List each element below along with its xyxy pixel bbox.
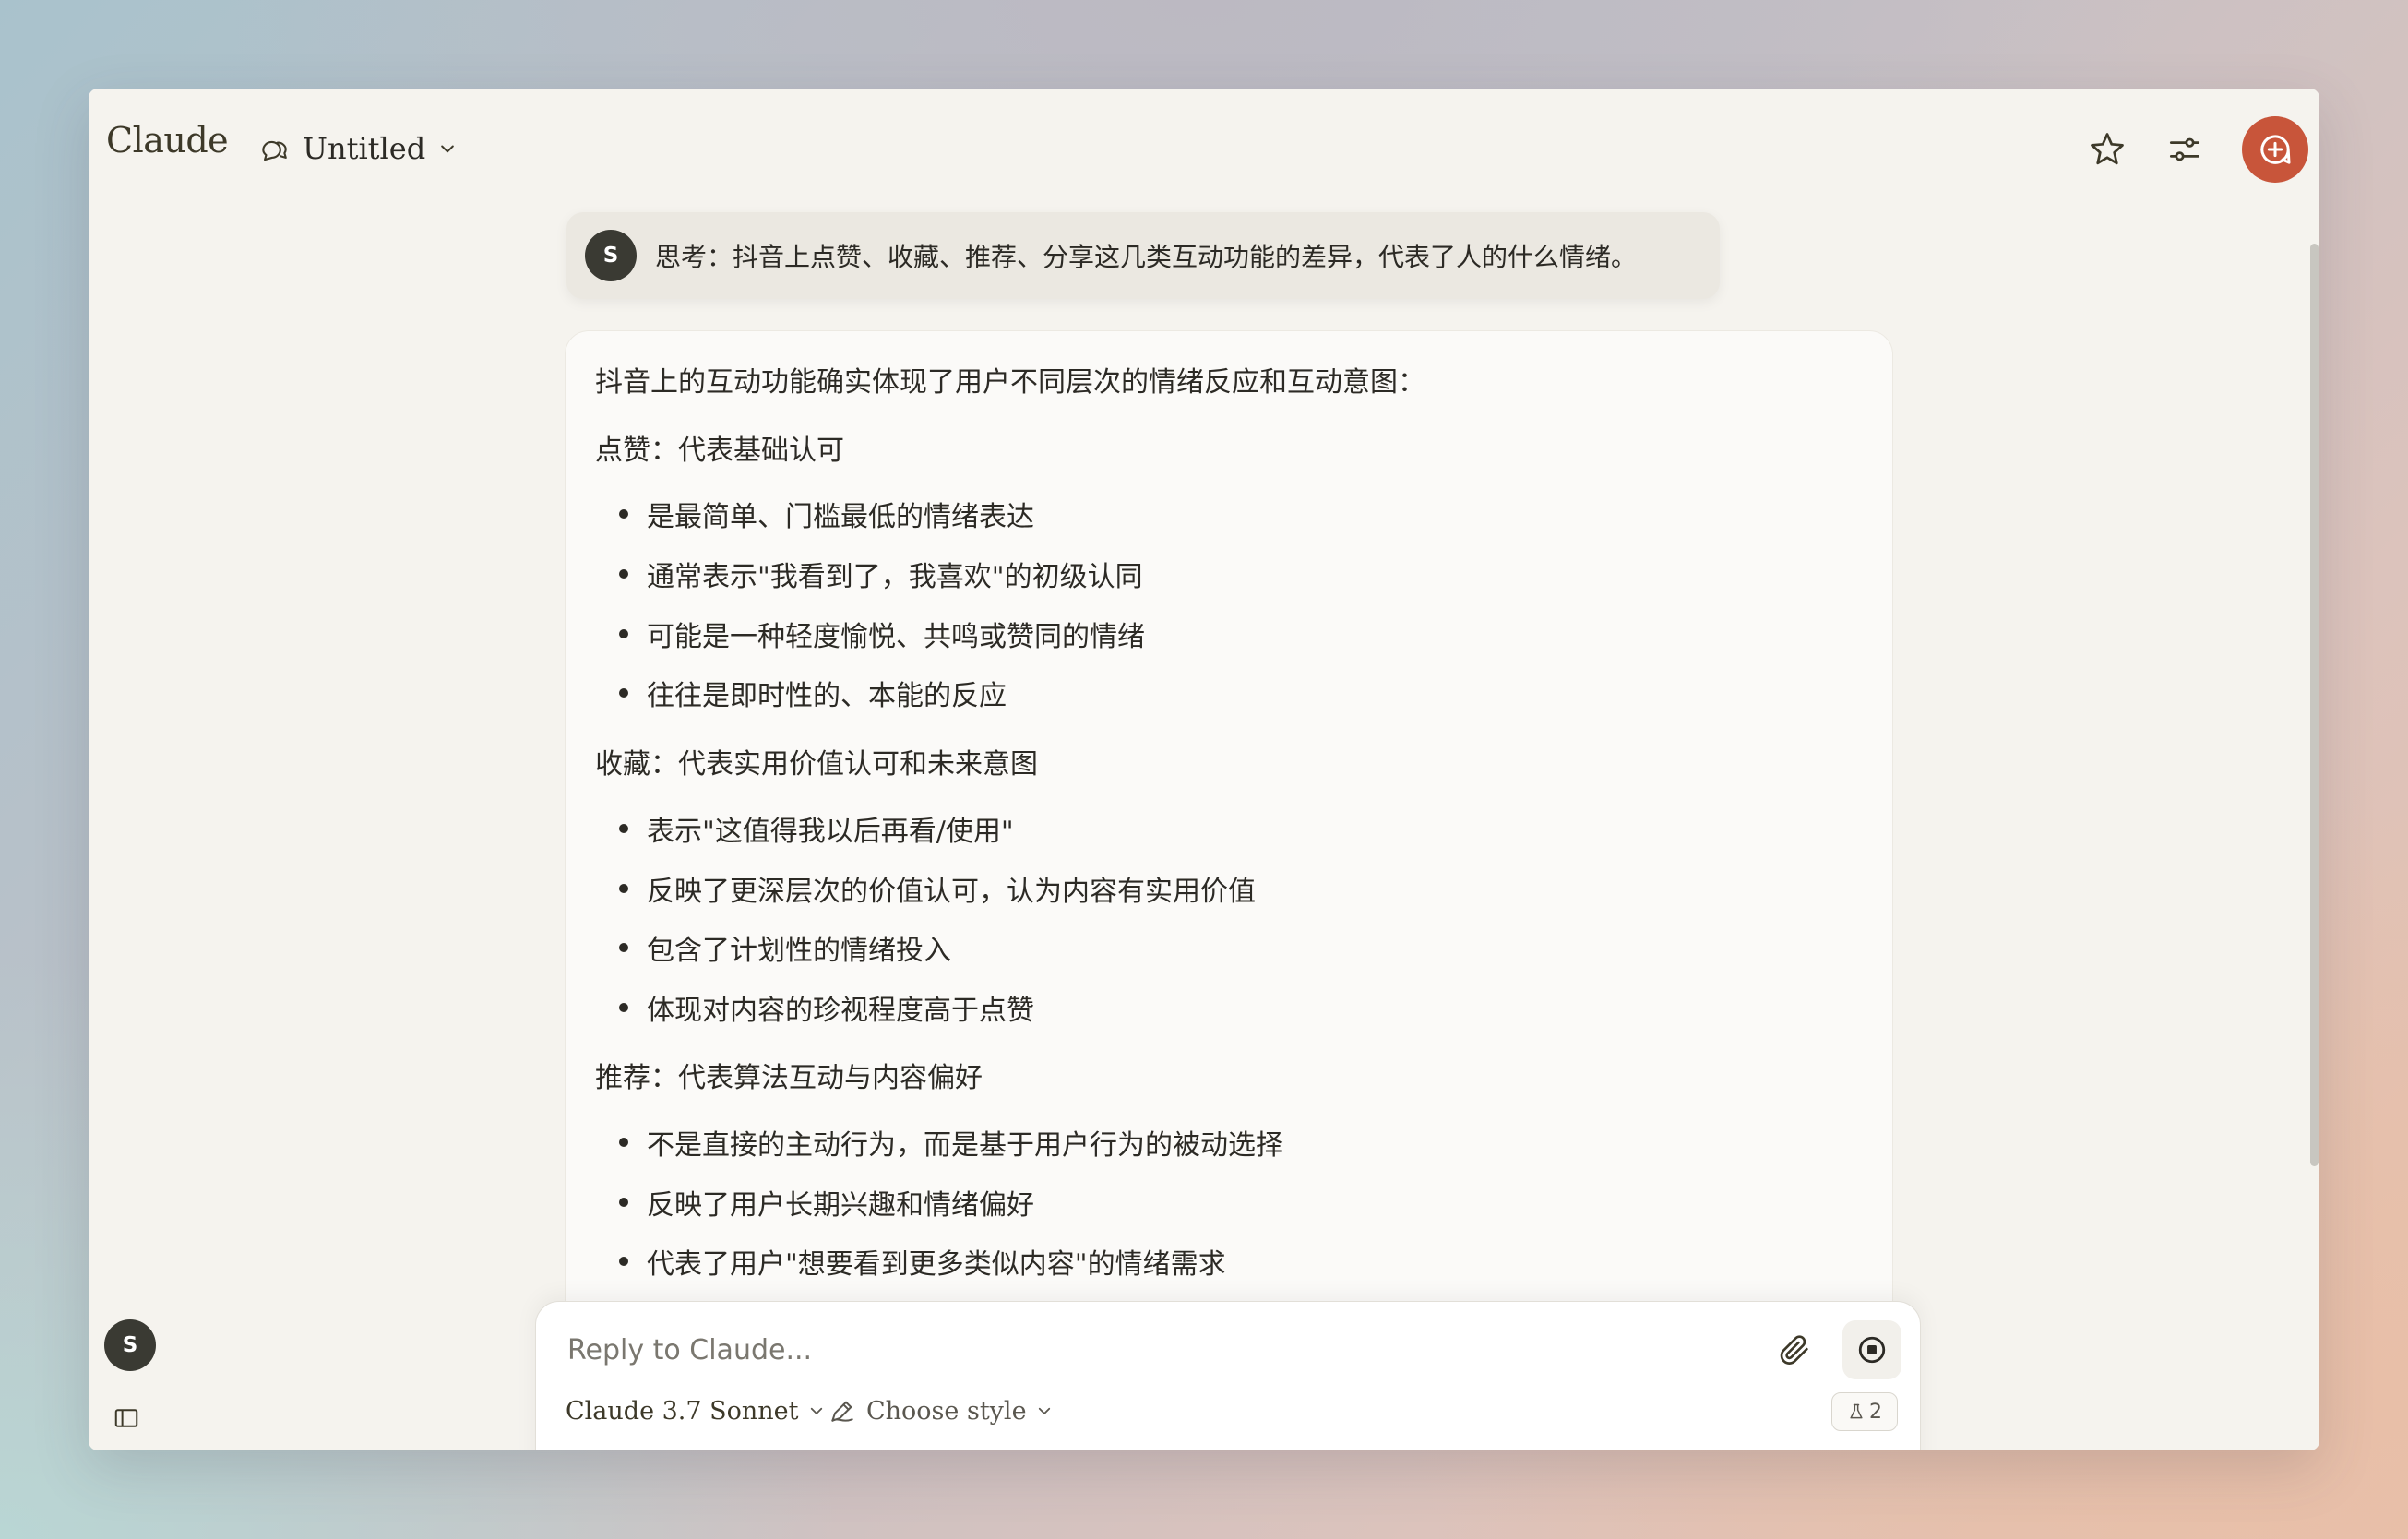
star-icon [2087, 129, 2128, 170]
user-message-text: 思考：抖音上点赞、收藏、推荐、分享这几类互动功能的差异，代表了人的什么情绪。 [655, 242, 1638, 272]
star-button[interactable] [2087, 129, 2128, 170]
stop-button[interactable] [1842, 1320, 1901, 1379]
style-selector[interactable]: Choose style [828, 1390, 1053, 1431]
section-heading: 点赞：代表基础认可 [595, 435, 844, 467]
list-item: 往往是即时性的、本能的反应 [619, 673, 1007, 713]
list-item: 是最简单、门槛最低的情绪表达 [619, 494, 1034, 534]
new-chat-button[interactable] [2242, 116, 2308, 183]
reply-composer: Claude 3.7 Sonnet Choose style 2 [535, 1301, 1921, 1450]
chevron-down-icon [438, 139, 457, 158]
section-heading: 收藏：代表实用价值认可和未来意图 [595, 748, 1038, 781]
attach-button[interactable] [1776, 1331, 1813, 1368]
app-window: Claude Untitled S 思考：抖音上点赞、收藏、推荐、分享这几类互动… [89, 89, 2319, 1450]
assistant-message: 抖音上的互动功能确实体现了用户不同层次的情绪反应和互动意图： 点赞：代表基础认可… [565, 330, 1893, 1450]
settings-button[interactable] [2164, 129, 2205, 170]
stop-icon [1856, 1334, 1888, 1366]
sidebar-toggle-button[interactable] [113, 1404, 140, 1432]
style-label: Choose style [866, 1396, 1027, 1426]
badge-count: 2 [1869, 1400, 1882, 1424]
chat-bubbles-icon [258, 133, 290, 164]
sidebar-toggle-icon [113, 1404, 140, 1432]
account-avatar[interactable]: S [104, 1319, 156, 1371]
section-heading: 推荐：代表算法互动与内容偏好 [595, 1062, 983, 1094]
user-message: S 思考：抖音上点赞、收藏、推荐、分享这几类互动功能的差异，代表了人的什么情绪。 [566, 212, 1720, 299]
sliders-icon [2164, 129, 2205, 170]
list-item: 代表了用户"想要看到更多类似内容"的情绪需求 [619, 1241, 1226, 1282]
pen-icon [828, 1396, 857, 1426]
top-bar: Claude Untitled [89, 89, 2319, 207]
list-item: 包含了计划性的情绪投入 [619, 927, 951, 968]
scrollbar-thumb[interactable] [2310, 244, 2319, 1166]
chat-title: Untitled [303, 131, 426, 166]
list-item: 体现对内容的珍视程度高于点赞 [619, 987, 1034, 1028]
paperclip-icon [1776, 1331, 1813, 1368]
reply-input[interactable] [566, 1326, 1723, 1374]
feature-count-badge[interactable]: 2 [1831, 1392, 1898, 1431]
scrollbar[interactable] [2307, 155, 2319, 1428]
list-item: 不是直接的主动行为，而是基于用户行为的被动选择 [619, 1122, 1283, 1163]
list-item: 反映了更深层次的价值认可，认为内容有实用价值 [619, 868, 1256, 909]
list-item: 通常表示"我看到了，我喜欢"的初级认同 [619, 554, 1143, 594]
list-item: 可能是一种轻度愉悦、共鸣或赞同的情绪 [619, 614, 1145, 654]
user-avatar: S [585, 230, 637, 281]
list-item: 反映了用户长期兴趣和情绪偏好 [619, 1182, 1034, 1223]
chat-plus-icon [2257, 131, 2294, 168]
chevron-down-icon [808, 1402, 825, 1419]
model-selector[interactable]: Claude 3.7 Sonnet [566, 1390, 825, 1431]
reply-intro: 抖音上的互动功能确实体现了用户不同层次的情绪反应和互动意图： [595, 366, 1425, 399]
chat-title-dropdown[interactable]: Untitled [258, 125, 457, 172]
model-label: Claude 3.7 Sonnet [566, 1396, 799, 1426]
list-item: 表示"这值得我以后再看/使用" [619, 808, 1014, 849]
app-logo: Claude [106, 120, 229, 161]
flask-icon [1847, 1402, 1866, 1421]
chevron-down-icon [1036, 1402, 1053, 1419]
